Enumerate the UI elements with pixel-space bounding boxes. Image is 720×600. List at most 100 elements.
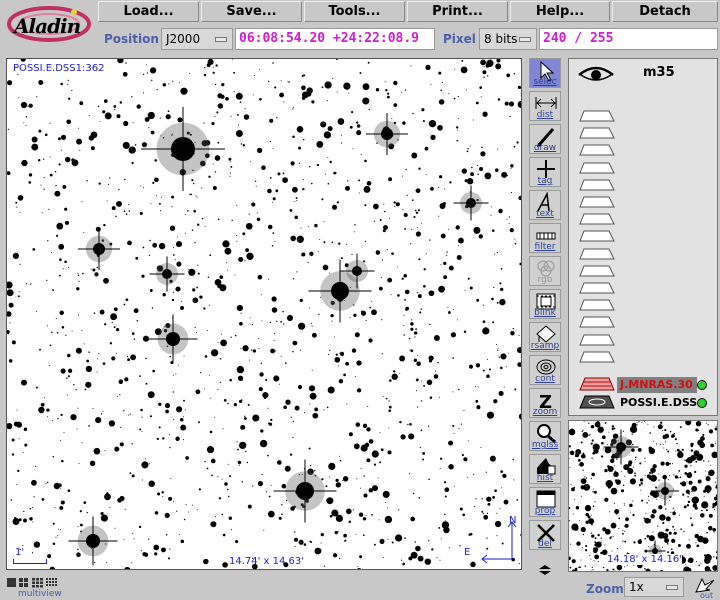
plane-name-catalog[interactable]: J.MNRAS.30: [617, 377, 697, 393]
empty-plane-slot[interactable]: [579, 141, 615, 156]
dropdown-icon: [666, 585, 678, 590]
tool-hist-button[interactable]: hist: [529, 454, 561, 484]
tool-blink-button[interactable]: blink: [529, 289, 561, 319]
scroll-arrows-icon: [539, 565, 551, 575]
compass-north-label: N: [509, 515, 517, 526]
empty-plane-slot[interactable]: [579, 296, 615, 311]
thumbnail-star-field: [569, 421, 717, 571]
dropdown-icon: [215, 37, 227, 42]
tool-filter-button[interactable]: filter: [529, 223, 561, 253]
tool-draw-button[interactable]: draw: [529, 124, 561, 154]
pixel-label: Pixel: [443, 32, 476, 46]
tool-zoom-button[interactable]: Zzoom: [529, 388, 561, 418]
empty-plane-slot[interactable]: [579, 348, 615, 363]
tool-text-button[interactable]: text: [529, 190, 561, 220]
help-button[interactable]: Help...: [510, 1, 610, 22]
frame-select[interactable]: J2000: [161, 28, 233, 50]
plane-label: POSSI.E.DSS1:362: [13, 63, 105, 74]
empty-plane-slot[interactable]: [579, 124, 615, 139]
tool-label: del: [538, 539, 552, 549]
empty-plane-slot[interactable]: [579, 331, 615, 346]
plane-name-text: POSSI.E.DSS: [620, 396, 698, 409]
tool-tag-button[interactable]: tag: [529, 157, 561, 187]
target-name: m35: [643, 65, 675, 80]
toolbar-scroll[interactable]: [537, 560, 553, 575]
pixel-mode-value: 8 bits: [484, 32, 518, 46]
empty-plane-icon: [579, 334, 615, 346]
empty-plane-icon: [579, 282, 615, 294]
tool-del-button[interactable]: del: [529, 520, 561, 550]
empty-plane-icon: [579, 351, 615, 363]
tool-label: mglss: [531, 440, 559, 450]
multiview-grid-icon: [7, 578, 57, 588]
print-button[interactable]: Print...: [407, 1, 508, 22]
zoom-out-button[interactable]: out: [692, 577, 718, 600]
compass-east-label: E: [464, 547, 471, 558]
tool-label: tag: [537, 176, 553, 186]
position-label: Position: [104, 32, 159, 46]
empty-plane-icon: [579, 299, 615, 311]
tool-rgb-button[interactable]: rgb: [529, 256, 561, 286]
empty-plane-icon: [579, 248, 615, 260]
thumbnail-fov-label: 14.18' x 14.16': [607, 554, 683, 565]
empty-plane-icon: [579, 110, 615, 122]
star-field-image: [7, 59, 521, 569]
tools-button[interactable]: Tools...: [304, 1, 405, 22]
detach-button[interactable]: Detach: [612, 1, 718, 22]
logo-text: Aladin: [14, 14, 81, 38]
tool-label: selec: [533, 77, 557, 87]
tool-label: cont: [535, 374, 555, 384]
empty-plane-slot[interactable]: [579, 313, 615, 328]
tool-dist-button[interactable]: dist: [529, 91, 561, 121]
tool-prop-button[interactable]: prop: [529, 487, 561, 517]
tool-label: prop: [534, 506, 556, 516]
eye-icon[interactable]: [577, 63, 615, 85]
zoom-label: Zoom: [586, 582, 624, 596]
multiview-selector[interactable]: [6, 575, 76, 589]
tool-label: draw: [533, 143, 557, 153]
tool-label: text: [536, 209, 554, 219]
empty-plane-slot[interactable]: [579, 227, 615, 242]
empty-plane-icon: [579, 179, 615, 191]
main-image-view[interactable]: POSSI.E.DSS1:362 1' 14.74' x 14.63' N E: [6, 58, 522, 570]
dropdown-icon: [519, 37, 531, 42]
empty-plane-icon: [579, 196, 615, 208]
tool-mglss-button[interactable]: mglss: [529, 421, 561, 451]
zoom-select[interactable]: 1x: [624, 577, 684, 597]
pixel-value-field: 240 / 255: [539, 28, 718, 50]
pixel-mode-select[interactable]: 8 bits: [479, 28, 537, 50]
empty-plane-slot[interactable]: [579, 159, 615, 174]
empty-plane-icon: [579, 230, 615, 242]
tool-rsamp-button[interactable]: rsamp: [529, 322, 561, 352]
tool-label: hist: [536, 473, 554, 483]
empty-plane-slot[interactable]: [579, 193, 615, 208]
overview-thumbnail[interactable]: 14.18' x 14.16': [568, 420, 718, 572]
tool-label: dist: [536, 110, 554, 120]
plane-name-image[interactable]: POSSI.E.DSS: [617, 395, 697, 411]
save-button[interactable]: Save...: [201, 1, 302, 22]
tool-label: filter: [534, 242, 556, 252]
tool-selec-button[interactable]: selec: [529, 58, 561, 88]
tool-label: blink: [534, 308, 556, 318]
empty-plane-icon: [579, 265, 615, 277]
frame-value: J2000: [166, 32, 201, 46]
empty-plane-slot[interactable]: [579, 176, 615, 191]
zoom-out-label: out: [700, 591, 714, 600]
empty-plane-slot[interactable]: [579, 262, 615, 277]
plane-status-dot: [697, 380, 707, 390]
empty-plane-slot[interactable]: [579, 245, 615, 260]
catalog-plane-icon[interactable]: [579, 377, 615, 391]
load-button[interactable]: Load...: [98, 1, 199, 22]
plane-stack-panel[interactable]: m35 J.MNRAS.30 POSSI.E.DSS: [568, 58, 718, 416]
image-plane-icon[interactable]: [579, 395, 615, 409]
empty-plane-slot[interactable]: [579, 210, 615, 225]
empty-plane-slot[interactable]: [579, 107, 615, 122]
tool-cont-button[interactable]: cont: [529, 355, 561, 385]
empty-plane-slot[interactable]: [579, 279, 615, 294]
plane-status-dot: [697, 398, 707, 408]
empty-plane-icon: [579, 316, 615, 328]
coordinates-field[interactable]: 06:08:54.20 +24:22:08.9: [235, 28, 435, 50]
empty-plane-icon: [579, 144, 615, 156]
aladin-logo: Aladin: [4, 2, 94, 50]
plane-name-text: J.MNRAS.30: [620, 378, 693, 391]
